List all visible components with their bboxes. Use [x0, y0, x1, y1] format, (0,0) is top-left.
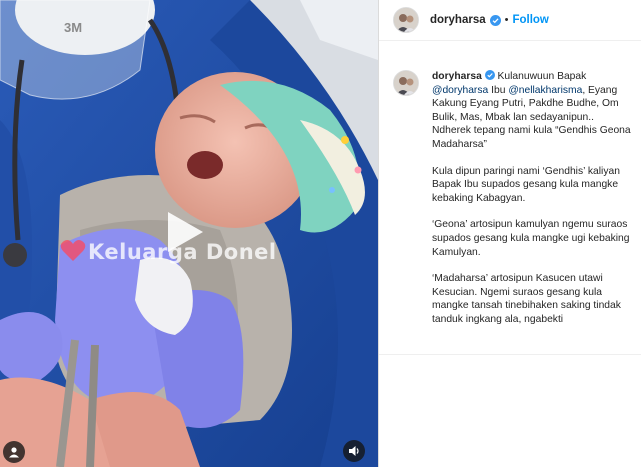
- caption-paragraph: ‘Madaharsa’ artosipun Kasucen utawi Kesu…: [432, 273, 621, 325]
- mention-link[interactable]: @nellakharisma: [508, 85, 582, 96]
- play-icon[interactable]: [158, 207, 208, 257]
- post-side-panel: doryharsa • Follow doryharsa Kulanuwuun …: [378, 0, 641, 467]
- caption-line2: Ndherek tepang nami kula “Gendhis Geona …: [432, 125, 631, 150]
- caption-username[interactable]: doryharsa: [432, 71, 482, 82]
- avatar[interactable]: [393, 7, 419, 33]
- caption-line1-b: Ibu: [491, 84, 506, 96]
- post-header: doryharsa • Follow: [379, 0, 641, 41]
- sound-button[interactable]: [343, 440, 365, 462]
- avatar-image: [394, 8, 418, 32]
- caption-divider: [379, 354, 641, 355]
- caption-line1-a: Kulanuwuun Bapak: [497, 71, 587, 82]
- verified-badge-icon: [484, 70, 495, 80]
- separator-dot: •: [504, 14, 509, 26]
- caption-text: doryharsa Kulanuwuun Bapak @doryharsa Ib…: [432, 70, 637, 327]
- user-tag-icon: [9, 447, 19, 458]
- header-username[interactable]: doryharsa: [430, 14, 486, 26]
- caption-avatar[interactable]: [393, 70, 419, 96]
- sound-icon: [349, 446, 359, 456]
- caption-paragraph: ‘Geona’ artosipun kamulyan ngemu suraos …: [432, 219, 630, 258]
- instagram-post-view: 3M Keluarga Donel doryharsa • Follow dor…: [0, 0, 641, 467]
- mention-link[interactable]: @doryharsa: [432, 85, 488, 96]
- post-video[interactable]: 3M Keluarga Donel: [0, 0, 378, 467]
- follow-button[interactable]: Follow: [512, 14, 548, 26]
- verified-badge-icon: [489, 14, 501, 26]
- watermark-heart-icon: [60, 240, 86, 261]
- mask-brand-text: 3M: [64, 20, 82, 35]
- avatar-image: [394, 71, 418, 95]
- caption-paragraph: Kula dipun paringi nami ‘Gendhis’ kaliya…: [432, 165, 620, 204]
- user-tag-button[interactable]: [3, 441, 25, 463]
